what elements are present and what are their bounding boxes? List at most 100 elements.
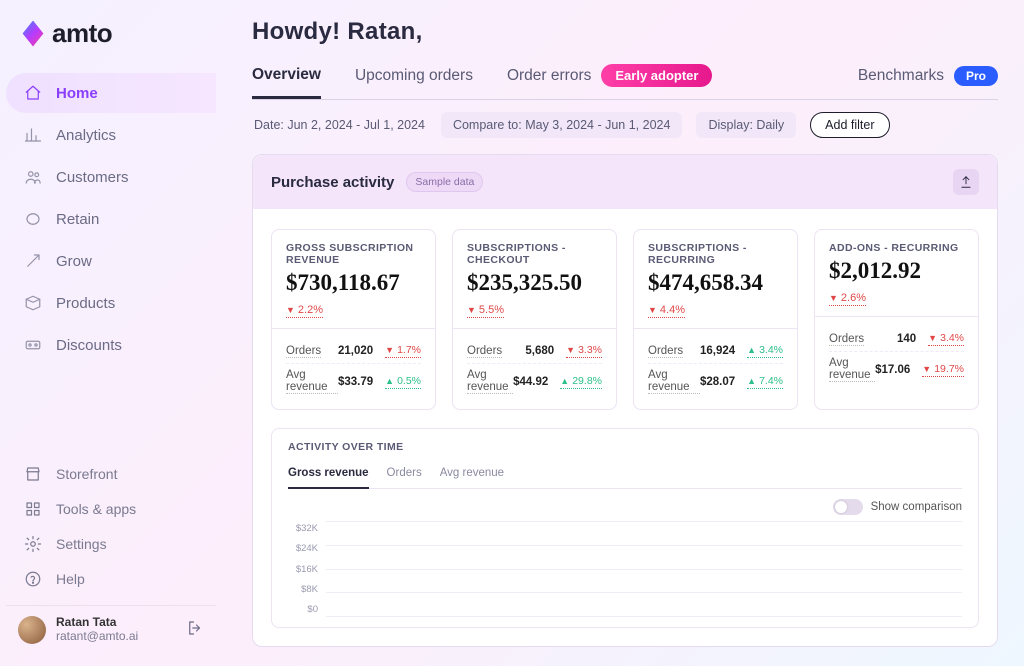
- sidebar-item-settings[interactable]: Settings: [6, 528, 216, 560]
- user-name: Ratan Tata: [56, 616, 138, 630]
- stat-value: $33.79: [338, 376, 373, 388]
- kpi-card[interactable]: GROSS SUBSCRIPTION REVENUE $730,118.67 2…: [271, 229, 436, 410]
- chart-tab-gross-revenue[interactable]: Gross revenue: [288, 463, 369, 489]
- analytics-icon: [22, 125, 44, 145]
- grow-icon: [22, 251, 44, 271]
- filter-date-range[interactable]: Date: Jun 2, 2024 - Jul 1, 2024: [252, 112, 427, 138]
- stat-name: Avg revenue: [286, 369, 338, 394]
- stat-name: Orders: [467, 345, 502, 358]
- purchase-activity-panel: Purchase activity Sample data GROSS SUBS…: [252, 154, 998, 647]
- sidebar-item-customers[interactable]: Customers: [6, 157, 216, 197]
- brand-name: amto: [52, 18, 112, 49]
- stat-value: 16,924: [700, 345, 735, 357]
- kpi-label: SUBSCRIPTIONS - RECURRING: [648, 242, 783, 266]
- y-tick: $8K: [288, 584, 318, 595]
- tab-benchmarks[interactable]: Benchmarks Pro: [858, 56, 998, 98]
- stat-value: $44.92: [513, 376, 548, 388]
- show-comparison-label: Show comparison: [871, 501, 962, 513]
- sidebar-item-analytics[interactable]: Analytics: [6, 115, 216, 155]
- chart-tab-orders[interactable]: Orders: [387, 463, 422, 488]
- sidebar-item-storefront[interactable]: Storefront: [6, 458, 216, 490]
- kpi-delta: 2.6%: [829, 292, 866, 306]
- filter-compare-range[interactable]: Compare to: May 3, 2024 - Jun 1, 2024: [441, 112, 683, 138]
- page-title: Howdy! Ratan,: [252, 18, 998, 46]
- kpi-orders-row: Orders 16,924 3.4%: [648, 339, 783, 363]
- kpi-card[interactable]: SUBSCRIPTIONS - RECURRING $474,658.34 4.…: [633, 229, 798, 410]
- sidebar-item-retain[interactable]: Retain: [6, 199, 216, 239]
- kpi-value: $2,012.92: [829, 258, 964, 284]
- user-row[interactable]: Ratan Tata ratant@amto.ai: [6, 605, 216, 654]
- kpi-card[interactable]: SUBSCRIPTIONS - CHECKOUT $235,325.50 5.5…: [452, 229, 617, 410]
- main-content: Howdy! Ratan, Overview Upcoming orders O…: [222, 0, 1024, 666]
- sidebar-item-home[interactable]: Home: [6, 73, 216, 113]
- kpi-delta: 2.2%: [286, 304, 323, 318]
- chart-plot: [326, 521, 962, 617]
- stat-value: 5,680: [525, 345, 554, 357]
- stat-delta: 3.4%: [928, 332, 964, 346]
- add-filter-button[interactable]: Add filter: [810, 112, 889, 138]
- storefront-icon: [22, 465, 44, 483]
- y-tick: $32K: [288, 523, 318, 534]
- kpi-cards: GROSS SUBSCRIPTION REVENUE $730,118.67 2…: [253, 229, 997, 428]
- kpi-orders-row: Orders 21,020 1.7%: [286, 339, 421, 363]
- tab-order-errors[interactable]: Order errors Early adopter: [507, 54, 713, 99]
- retain-icon: [22, 209, 44, 229]
- sidebar-item-products[interactable]: Products: [6, 283, 216, 323]
- kpi-card[interactable]: ADD-ONS - RECURRING $2,012.92 2.6% Order…: [814, 229, 979, 410]
- kpi-value: $474,658.34: [648, 270, 783, 296]
- kpi-orders-row: Orders 140 3.4%: [829, 327, 964, 351]
- tab-label: Order errors: [507, 67, 591, 85]
- stat-name: Orders: [829, 333, 864, 346]
- secondary-nav: Storefront Tools & apps Settings Help: [6, 458, 216, 595]
- sidebar-item-label: Products: [56, 295, 115, 312]
- sidebar-item-help[interactable]: Help: [6, 563, 216, 595]
- kpi-value: $235,325.50: [467, 270, 602, 296]
- sidebar-item-label: Home: [56, 85, 98, 102]
- kpi-avg-row: Avg revenue $28.07 7.4%: [648, 363, 783, 399]
- stat-delta: 3.3%: [566, 344, 602, 358]
- brand-mark-icon: [20, 21, 46, 47]
- products-icon: [22, 293, 44, 313]
- logout-icon[interactable]: [186, 619, 204, 642]
- stat-delta: 3.4%: [747, 344, 783, 358]
- settings-icon: [22, 535, 44, 553]
- sidebar-item-label: Help: [56, 571, 85, 587]
- kpi-value: $730,118.67: [286, 270, 421, 296]
- sidebar-item-label: Discounts: [56, 337, 122, 354]
- stat-value: 21,020: [338, 345, 373, 357]
- chart-tab-avg-revenue[interactable]: Avg revenue: [440, 463, 504, 488]
- panel-title: Purchase activity: [271, 174, 394, 191]
- stat-name: Avg revenue: [648, 369, 700, 394]
- tab-overview[interactable]: Overview: [252, 56, 321, 99]
- kpi-orders-row: Orders 5,680 3.3%: [467, 339, 602, 363]
- comparison-toggle-row: Show comparison: [288, 499, 962, 515]
- stat-delta: 1.7%: [385, 344, 421, 358]
- sidebar-item-grow[interactable]: Grow: [6, 241, 216, 281]
- sidebar-item-label: Storefront: [56, 466, 117, 482]
- early-adopter-badge: Early adopter: [601, 64, 712, 87]
- kpi-label: ADD-ONS - RECURRING: [829, 242, 964, 254]
- chart-area: $32K$24K$16K$8K$0: [288, 521, 962, 617]
- filter-display-granularity[interactable]: Display: Daily: [696, 112, 796, 138]
- tab-label: Benchmarks: [858, 67, 944, 85]
- show-comparison-toggle[interactable]: [833, 499, 863, 515]
- sidebar-item-label: Analytics: [56, 127, 116, 144]
- sidebar-item-label: Settings: [56, 536, 107, 552]
- sidebar-item-discounts[interactable]: Discounts: [6, 325, 216, 365]
- kpi-label: GROSS SUBSCRIPTION REVENUE: [286, 242, 421, 266]
- export-button[interactable]: [953, 169, 979, 195]
- chart-tabs: Gross revenue Orders Avg revenue: [288, 463, 962, 489]
- home-icon: [22, 83, 44, 103]
- sidebar-item-label: Retain: [56, 211, 99, 228]
- avatar: [18, 616, 46, 644]
- sidebar-item-tools[interactable]: Tools & apps: [6, 493, 216, 525]
- kpi-avg-row: Avg revenue $17.06 19.7%: [829, 351, 964, 387]
- tab-upcoming-orders[interactable]: Upcoming orders: [355, 57, 473, 97]
- kpi-delta: 5.5%: [467, 304, 504, 318]
- brand-logo[interactable]: amto: [6, 18, 216, 49]
- tab-label: Overview: [252, 66, 321, 84]
- stat-name: Avg revenue: [467, 369, 513, 394]
- primary-nav: Home Analytics Customers Retain Grow Pro…: [6, 73, 216, 365]
- discounts-icon: [22, 335, 44, 355]
- activity-over-time-card: ACTIVITY OVER TIME Gross revenue Orders …: [271, 428, 979, 628]
